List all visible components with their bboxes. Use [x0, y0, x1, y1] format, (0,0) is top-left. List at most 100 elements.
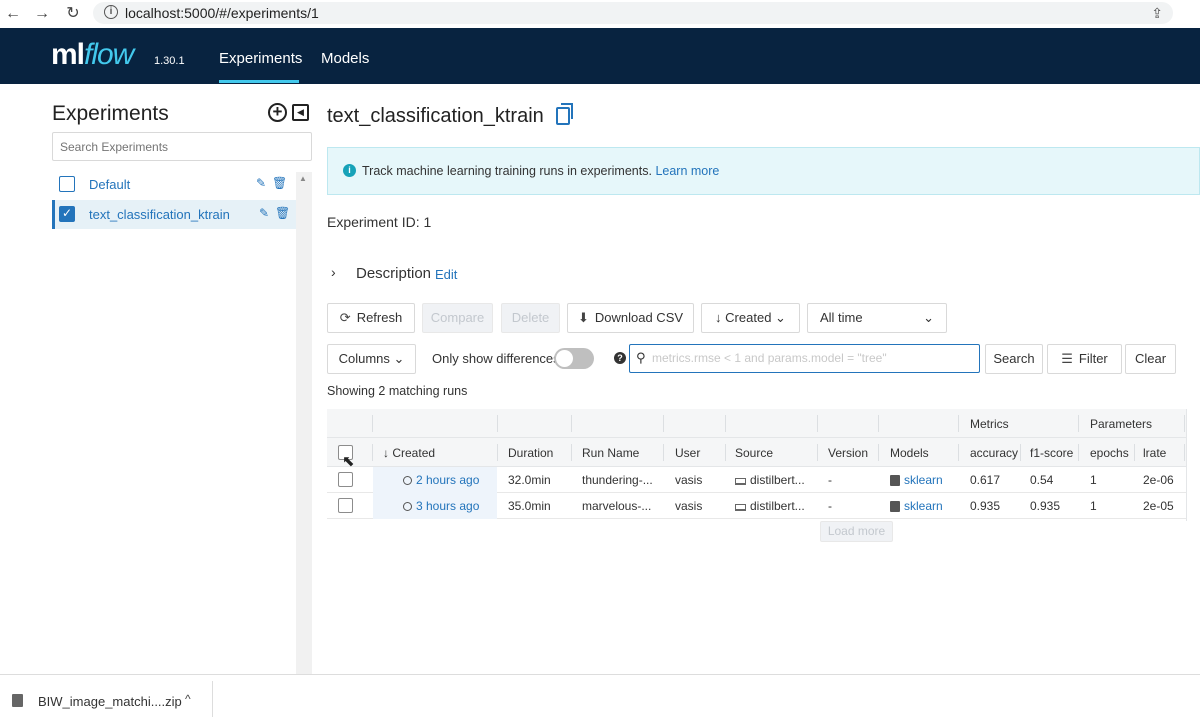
- time-range-select[interactable]: All time ⌄: [807, 303, 947, 333]
- edit-icon[interactable]: ✎: [259, 206, 269, 220]
- search-icon: ⚲: [636, 350, 646, 365]
- models-cell[interactable]: sklearn: [890, 473, 943, 487]
- sidebar-item-default[interactable]: Default ✎ 🗑: [52, 170, 296, 199]
- add-experiment-icon[interactable]: +: [268, 103, 287, 122]
- column-header-user[interactable]: User: [675, 446, 700, 460]
- url-text[interactable]: localhost:5000/#/experiments/1: [125, 5, 319, 21]
- column-header-models[interactable]: Models: [890, 446, 929, 460]
- sidebar-title: Experiments: [52, 102, 169, 125]
- delete-icon[interactable]: 🗑: [275, 206, 290, 220]
- learn-more-link[interactable]: Learn more: [655, 164, 719, 178]
- description-toggle[interactable]: Description: [356, 265, 431, 282]
- site-info-icon[interactable]: i: [104, 5, 118, 19]
- filter-icon: ☰: [1061, 351, 1073, 366]
- column-header-source[interactable]: Source: [735, 446, 773, 460]
- search-button[interactable]: Search: [985, 344, 1043, 374]
- row-checkbox[interactable]: [338, 472, 353, 487]
- created-value[interactable]: 2 hours ago: [416, 473, 479, 487]
- chevron-up-icon[interactable]: ^: [185, 692, 191, 706]
- epochs-cell: 1: [1090, 473, 1097, 487]
- active-tab-indicator: [219, 80, 299, 83]
- row-checkbox[interactable]: [338, 498, 353, 513]
- sidebar-item-text-classification-ktrain[interactable]: ✓ text_classification_ktrain ✎ 🗑: [52, 200, 296, 229]
- table-column-header: ↓ Created Duration Run Name User Source …: [327, 438, 1187, 467]
- filter-button[interactable]: ☰ Filter: [1047, 344, 1122, 374]
- search-runs-input[interactable]: [652, 351, 972, 365]
- tab-models[interactable]: Models: [321, 50, 369, 67]
- column-header-f1-score[interactable]: f1-score: [1030, 446, 1073, 460]
- sort-label: Created: [725, 310, 772, 325]
- run-name-cell[interactable]: thundering-...: [582, 473, 653, 487]
- sidebar-scrollbar[interactable]: ▲: [296, 172, 312, 674]
- only-show-differences-toggle[interactable]: [554, 348, 594, 369]
- description-edit-link[interactable]: Edit: [435, 267, 457, 282]
- laptop-icon: [735, 504, 746, 511]
- chevron-down-icon: ⌄: [775, 310, 786, 325]
- source-value[interactable]: distilbert...: [750, 499, 805, 513]
- help-icon[interactable]: ?: [614, 352, 626, 364]
- version-cell: -: [828, 473, 832, 487]
- collapse-sidebar-icon[interactable]: ◀: [292, 104, 309, 121]
- download-filename[interactable]: BIW_image_matchi....zip: [38, 694, 182, 709]
- load-more-button[interactable]: Load more: [820, 521, 893, 542]
- column-header-accuracy[interactable]: accuracy: [970, 446, 1018, 460]
- refresh-button[interactable]: ⟳ Refresh: [327, 303, 415, 333]
- forward-button[interactable]: →: [31, 3, 53, 25]
- column-header-epochs[interactable]: epochs: [1090, 446, 1129, 460]
- sort-dropdown[interactable]: ↓ Created ⌄: [701, 303, 800, 333]
- experiment-checkbox[interactable]: [59, 176, 75, 192]
- search-experiments-input[interactable]: [52, 132, 312, 161]
- filter-label: Filter: [1078, 351, 1108, 366]
- column-separator: [725, 415, 726, 432]
- created-cell[interactable]: 3 hours ago: [403, 499, 479, 513]
- copy-icon[interactable]: [556, 103, 573, 125]
- lrate-cell: 2e-05: [1143, 499, 1174, 513]
- table-row[interactable]: 2 hours ago 32.0min thundering-... vasis…: [327, 467, 1187, 493]
- chevron-right-icon[interactable]: ›: [331, 264, 336, 280]
- share-icon[interactable]: ⇪: [1151, 5, 1163, 22]
- column-header-duration[interactable]: Duration: [508, 446, 553, 460]
- column-header-lrate[interactable]: lrate: [1143, 446, 1166, 460]
- address-bar[interactable]: i localhost:5000/#/experiments/1 ⇪: [93, 2, 1173, 24]
- source-cell[interactable]: distilbert...: [735, 473, 805, 487]
- logo-flow[interactable]: flow: [84, 38, 134, 72]
- experiment-label[interactable]: text_classification_ktrain: [89, 207, 230, 222]
- source-cell[interactable]: distilbert...: [735, 499, 805, 513]
- tab-experiments[interactable]: Experiments: [219, 50, 302, 67]
- info-icon: i: [343, 164, 356, 177]
- clock-icon: [403, 476, 412, 485]
- column-header-version[interactable]: Version: [828, 446, 868, 460]
- run-name-cell[interactable]: marvelous-...: [582, 499, 651, 513]
- model-link[interactable]: sklearn: [904, 473, 943, 487]
- compare-button[interactable]: Compare: [422, 303, 493, 333]
- experiment-label[interactable]: Default: [89, 177, 130, 192]
- reload-button[interactable]: ↻: [62, 3, 84, 25]
- delete-icon[interactable]: 🗑: [272, 176, 287, 190]
- table-row[interactable]: 3 hours ago 35.0min marvelous-... vasis …: [327, 493, 1187, 519]
- back-button[interactable]: ←: [2, 3, 24, 25]
- models-cell[interactable]: sklearn: [890, 499, 943, 513]
- epochs-cell: 1: [1090, 499, 1097, 513]
- f1-score-cell: 0.935: [1030, 499, 1061, 513]
- created-value[interactable]: 3 hours ago: [416, 499, 479, 513]
- clear-button[interactable]: Clear: [1125, 344, 1176, 374]
- duration-cell: 32.0min: [508, 473, 551, 487]
- delete-button[interactable]: Delete: [501, 303, 560, 333]
- column-separator: [1078, 444, 1079, 461]
- column-separator: [725, 444, 726, 461]
- time-range-value: All time: [820, 310, 863, 325]
- column-header-run-name[interactable]: Run Name: [582, 446, 639, 460]
- download-csv-button[interactable]: ⬇ Download CSV: [567, 303, 694, 333]
- columns-dropdown[interactable]: Columns ⌄: [327, 344, 416, 374]
- logo-ml[interactable]: ml: [51, 38, 85, 72]
- experiment-id: Experiment ID: 1: [327, 214, 431, 230]
- source-value[interactable]: distilbert...: [750, 473, 805, 487]
- created-cell[interactable]: 2 hours ago: [403, 473, 479, 487]
- edit-icon[interactable]: ✎: [256, 176, 266, 190]
- column-header-created[interactable]: ↓ Created: [383, 446, 435, 460]
- info-banner: i Track machine learning training runs i…: [327, 147, 1200, 195]
- search-runs-box[interactable]: ⚲: [629, 344, 980, 373]
- model-link[interactable]: sklearn: [904, 499, 943, 513]
- experiment-checkbox[interactable]: ✓: [59, 206, 75, 222]
- scroll-up-icon[interactable]: ▲: [299, 174, 307, 183]
